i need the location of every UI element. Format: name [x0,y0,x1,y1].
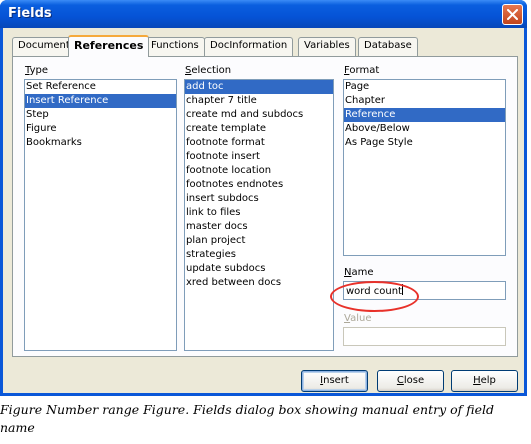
list-item[interactable]: footnotes endnotes [185,178,333,192]
references-panel: Type Set Reference Insert Reference Step… [12,56,518,357]
dialog-title: Fields [8,6,52,21]
close-window-button[interactable] [502,4,523,25]
list-item[interactable]: Bookmarks [25,136,176,150]
value-field[interactable] [343,327,506,346]
list-item[interactable]: Figure [25,122,176,136]
selection-label: Selection [185,65,232,76]
tab-variables[interactable]: Variables [298,37,356,56]
list-item[interactable]: Insert Reference [25,94,176,108]
selection-list[interactable]: add toc chapter 7 title create md and su… [184,79,334,351]
list-item[interactable]: add toc [185,80,333,94]
list-item[interactable]: footnote location [185,164,333,178]
list-item[interactable]: footnote format [185,136,333,150]
tab-database[interactable]: Database [358,37,418,56]
list-item[interactable]: Step [25,108,176,122]
dialog-body: Document References Functions DocInforma… [3,28,524,393]
list-item[interactable]: Page [344,80,505,94]
fields-dialog: Fields Document References Functions Doc… [0,0,527,396]
tab-document[interactable]: Document [12,37,76,56]
list-item[interactable]: master docs [185,220,333,234]
close-icon [507,9,518,20]
type-list[interactable]: Set Reference Insert Reference Step Figu… [24,79,177,351]
list-item[interactable]: Reference [344,108,505,122]
list-item[interactable]: Above/Below [344,122,505,136]
name-label: Name [344,267,374,278]
list-item[interactable]: insert subdocs [185,192,333,206]
tab-docinformation[interactable]: DocInformation [204,37,294,56]
title-bar[interactable]: Fields [0,0,527,28]
list-item[interactable]: Chapter [344,94,505,108]
type-label: Type [25,65,48,76]
help-button[interactable]: Help [451,370,518,392]
list-item[interactable]: Set Reference [25,80,176,94]
format-label: Format [344,65,380,76]
list-item[interactable]: link to files [185,206,333,220]
tab-functions[interactable]: Functions [145,37,205,56]
figure-caption: Figure Number range Figure. Fields dialo… [0,402,494,435]
list-item[interactable]: update subdocs [185,262,333,276]
list-item[interactable]: strategies [185,248,333,262]
value-label: Value [344,313,372,324]
annotation-circle [330,281,419,312]
list-item[interactable]: create template [185,122,333,136]
list-item[interactable]: footnote insert [185,150,333,164]
format-list[interactable]: Page Chapter Reference Above/Below As Pa… [343,79,506,256]
list-item[interactable]: plan project [185,234,333,248]
list-item[interactable]: create md and subdocs [185,108,333,122]
list-item[interactable]: xred between docs [185,276,333,290]
tab-references[interactable]: References [68,35,150,57]
list-item[interactable]: As Page Style [344,136,505,150]
insert-button[interactable]: Insert [301,370,368,392]
close-button[interactable]: Close [377,370,444,392]
list-item[interactable]: chapter 7 title [185,94,333,108]
